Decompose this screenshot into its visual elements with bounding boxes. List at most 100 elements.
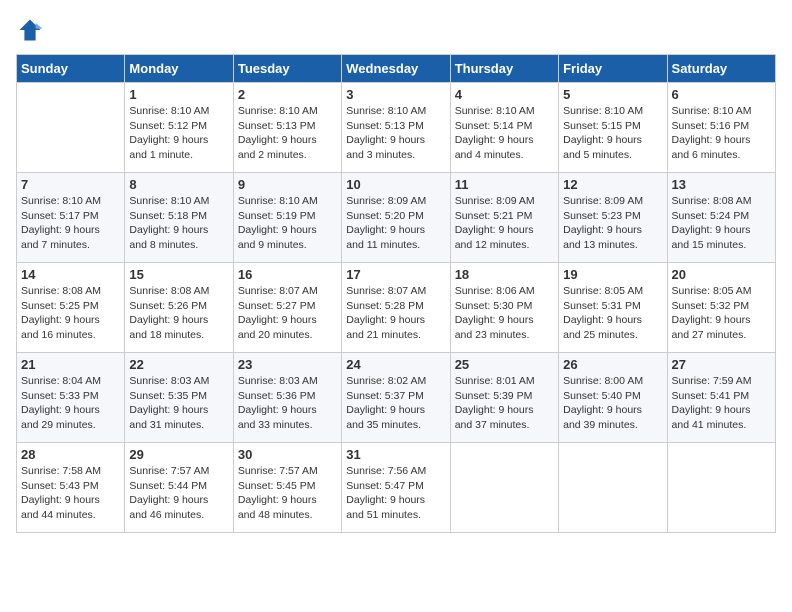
day-info: Sunrise: 7:57 AM Sunset: 5:45 PM Dayligh… bbox=[238, 464, 337, 523]
day-number: 21 bbox=[21, 357, 120, 372]
calendar-cell bbox=[17, 83, 125, 173]
calendar-header-sunday: Sunday bbox=[17, 55, 125, 83]
calendar-cell: 18 Sunrise: 8:06 AM Sunset: 5:30 PM Dayli… bbox=[450, 263, 558, 353]
day-info: Sunrise: 8:08 AM Sunset: 5:24 PM Dayligh… bbox=[672, 194, 771, 253]
day-number: 26 bbox=[563, 357, 662, 372]
day-info: Sunrise: 7:56 AM Sunset: 5:47 PM Dayligh… bbox=[346, 464, 445, 523]
day-number: 5 bbox=[563, 87, 662, 102]
calendar-cell: 4 Sunrise: 8:10 AM Sunset: 5:14 PM Daylig… bbox=[450, 83, 558, 173]
day-info: Sunrise: 8:10 AM Sunset: 5:14 PM Dayligh… bbox=[455, 104, 554, 163]
day-number: 15 bbox=[129, 267, 228, 282]
day-info: Sunrise: 8:00 AM Sunset: 5:40 PM Dayligh… bbox=[563, 374, 662, 433]
day-number: 3 bbox=[346, 87, 445, 102]
calendar-cell: 31 Sunrise: 7:56 AM Sunset: 5:47 PM Dayli… bbox=[342, 443, 450, 533]
calendar-week-row: 1 Sunrise: 8:10 AM Sunset: 5:12 PM Daylig… bbox=[17, 83, 776, 173]
day-number: 11 bbox=[455, 177, 554, 192]
day-info: Sunrise: 8:03 AM Sunset: 5:35 PM Dayligh… bbox=[129, 374, 228, 433]
calendar-header-thursday: Thursday bbox=[450, 55, 558, 83]
calendar-cell: 23Sunrise: 8:03 AM Sunset: 5:36 PM Dayli… bbox=[233, 353, 341, 443]
day-number: 20 bbox=[672, 267, 771, 282]
calendar-cell: 13 Sunrise: 8:08 AM Sunset: 5:24 PM Dayli… bbox=[667, 173, 775, 263]
day-number: 28 bbox=[21, 447, 120, 462]
day-info: Sunrise: 8:02 AM Sunset: 5:37 PM Dayligh… bbox=[346, 374, 445, 433]
calendar-week-row: 21 Sunrise: 8:04 AM Sunset: 5:33 PM Dayli… bbox=[17, 353, 776, 443]
calendar-table: SundayMondayTuesdayWednesdayThursdayFrid… bbox=[16, 54, 776, 533]
day-number: 9 bbox=[238, 177, 337, 192]
calendar-cell: 7Sunrise: 8:10 AM Sunset: 5:17 PM Daylig… bbox=[17, 173, 125, 263]
calendar-cell: 14 Sunrise: 8:08 AM Sunset: 5:25 PM Dayli… bbox=[17, 263, 125, 353]
day-number: 16 bbox=[238, 267, 337, 282]
day-number: 14 bbox=[21, 267, 120, 282]
calendar-week-row: 14 Sunrise: 8:08 AM Sunset: 5:25 PM Dayli… bbox=[17, 263, 776, 353]
day-number: 30 bbox=[238, 447, 337, 462]
calendar-cell: 2 Sunrise: 8:10 AM Sunset: 5:13 PM Daylig… bbox=[233, 83, 341, 173]
day-info: Sunrise: 8:08 AM Sunset: 5:26 PM Dayligh… bbox=[129, 284, 228, 343]
calendar-cell: 26 Sunrise: 8:00 AM Sunset: 5:40 PM Dayli… bbox=[559, 353, 667, 443]
day-info: Sunrise: 8:10 AM Sunset: 5:17 PM Dayligh… bbox=[21, 194, 120, 253]
day-info: Sunrise: 7:57 AM Sunset: 5:44 PM Dayligh… bbox=[129, 464, 228, 523]
day-number: 10 bbox=[346, 177, 445, 192]
calendar-body: 1 Sunrise: 8:10 AM Sunset: 5:12 PM Daylig… bbox=[17, 83, 776, 533]
day-info: Sunrise: 8:08 AM Sunset: 5:25 PM Dayligh… bbox=[21, 284, 120, 343]
day-number: 24 bbox=[346, 357, 445, 372]
calendar-header-monday: Monday bbox=[125, 55, 233, 83]
calendar-cell: 9 Sunrise: 8:10 AM Sunset: 5:19 PM Daylig… bbox=[233, 173, 341, 263]
calendar-cell bbox=[559, 443, 667, 533]
day-number: 27 bbox=[672, 357, 771, 372]
day-number: 4 bbox=[455, 87, 554, 102]
calendar-cell: 5 Sunrise: 8:10 AM Sunset: 5:15 PM Daylig… bbox=[559, 83, 667, 173]
day-number: 13 bbox=[672, 177, 771, 192]
day-number: 23 bbox=[238, 357, 337, 372]
day-number: 25 bbox=[455, 357, 554, 372]
calendar-cell: 8Sunrise: 8:10 AM Sunset: 5:18 PM Daylig… bbox=[125, 173, 233, 263]
day-number: 6 bbox=[672, 87, 771, 102]
calendar-cell: 20Sunrise: 8:05 AM Sunset: 5:32 PM Dayli… bbox=[667, 263, 775, 353]
day-info: Sunrise: 8:10 AM Sunset: 5:13 PM Dayligh… bbox=[346, 104, 445, 163]
day-info: Sunrise: 8:07 AM Sunset: 5:28 PM Dayligh… bbox=[346, 284, 445, 343]
day-number: 29 bbox=[129, 447, 228, 462]
day-info: Sunrise: 8:06 AM Sunset: 5:30 PM Dayligh… bbox=[455, 284, 554, 343]
day-info: Sunrise: 8:09 AM Sunset: 5:23 PM Dayligh… bbox=[563, 194, 662, 253]
calendar-cell: 21 Sunrise: 8:04 AM Sunset: 5:33 PM Dayli… bbox=[17, 353, 125, 443]
day-info: Sunrise: 8:10 AM Sunset: 5:16 PM Dayligh… bbox=[672, 104, 771, 163]
calendar-week-row: 28 Sunrise: 7:58 AM Sunset: 5:43 PM Dayli… bbox=[17, 443, 776, 533]
calendar-cell bbox=[667, 443, 775, 533]
day-info: Sunrise: 8:09 AM Sunset: 5:21 PM Dayligh… bbox=[455, 194, 554, 253]
calendar-cell: 11 Sunrise: 8:09 AM Sunset: 5:21 PM Dayli… bbox=[450, 173, 558, 263]
day-number: 1 bbox=[129, 87, 228, 102]
calendar-cell: 28 Sunrise: 7:58 AM Sunset: 5:43 PM Dayli… bbox=[17, 443, 125, 533]
day-number: 17 bbox=[346, 267, 445, 282]
day-number: 22 bbox=[129, 357, 228, 372]
calendar-cell: 22 Sunrise: 8:03 AM Sunset: 5:35 PM Dayli… bbox=[125, 353, 233, 443]
calendar-cell: 24 Sunrise: 8:02 AM Sunset: 5:37 PM Dayli… bbox=[342, 353, 450, 443]
day-number: 18 bbox=[455, 267, 554, 282]
day-info: Sunrise: 8:10 AM Sunset: 5:13 PM Dayligh… bbox=[238, 104, 337, 163]
logo bbox=[16, 16, 48, 44]
day-number: 31 bbox=[346, 447, 445, 462]
calendar-header-wednesday: Wednesday bbox=[342, 55, 450, 83]
calendar-cell: 30 Sunrise: 7:57 AM Sunset: 5:45 PM Dayli… bbox=[233, 443, 341, 533]
day-info: Sunrise: 8:10 AM Sunset: 5:15 PM Dayligh… bbox=[563, 104, 662, 163]
calendar-cell bbox=[450, 443, 558, 533]
day-number: 12 bbox=[563, 177, 662, 192]
day-number: 2 bbox=[238, 87, 337, 102]
day-info: Sunrise: 8:10 AM Sunset: 5:19 PM Dayligh… bbox=[238, 194, 337, 253]
day-info: Sunrise: 8:04 AM Sunset: 5:33 PM Dayligh… bbox=[21, 374, 120, 433]
calendar-cell: 29 Sunrise: 7:57 AM Sunset: 5:44 PM Dayli… bbox=[125, 443, 233, 533]
calendar-cell: 6 Sunrise: 8:10 AM Sunset: 5:16 PM Daylig… bbox=[667, 83, 775, 173]
calendar-cell: 1 Sunrise: 8:10 AM Sunset: 5:12 PM Daylig… bbox=[125, 83, 233, 173]
day-info: Sunrise: 8:01 AM Sunset: 5:39 PM Dayligh… bbox=[455, 374, 554, 433]
calendar-cell: 17 Sunrise: 8:07 AM Sunset: 5:28 PM Dayli… bbox=[342, 263, 450, 353]
day-info: Sunrise: 8:07 AM Sunset: 5:27 PM Dayligh… bbox=[238, 284, 337, 343]
calendar-cell: 15 Sunrise: 8:08 AM Sunset: 5:26 PM Dayli… bbox=[125, 263, 233, 353]
day-info: Sunrise: 8:10 AM Sunset: 5:12 PM Dayligh… bbox=[129, 104, 228, 163]
day-info: Sunrise: 8:09 AM Sunset: 5:20 PM Dayligh… bbox=[346, 194, 445, 253]
day-info: Sunrise: 7:59 AM Sunset: 5:41 PM Dayligh… bbox=[672, 374, 771, 433]
calendar-header-row: SundayMondayTuesdayWednesdayThursdayFrid… bbox=[17, 55, 776, 83]
calendar-cell: 3 Sunrise: 8:10 AM Sunset: 5:13 PM Daylig… bbox=[342, 83, 450, 173]
calendar-cell: 25 Sunrise: 8:01 AM Sunset: 5:39 PM Dayli… bbox=[450, 353, 558, 443]
calendar-cell: 27 Sunrise: 7:59 AM Sunset: 5:41 PM Dayli… bbox=[667, 353, 775, 443]
day-info: Sunrise: 7:58 AM Sunset: 5:43 PM Dayligh… bbox=[21, 464, 120, 523]
calendar-cell: 10 Sunrise: 8:09 AM Sunset: 5:20 PM Dayli… bbox=[342, 173, 450, 263]
calendar-week-row: 7Sunrise: 8:10 AM Sunset: 5:17 PM Daylig… bbox=[17, 173, 776, 263]
